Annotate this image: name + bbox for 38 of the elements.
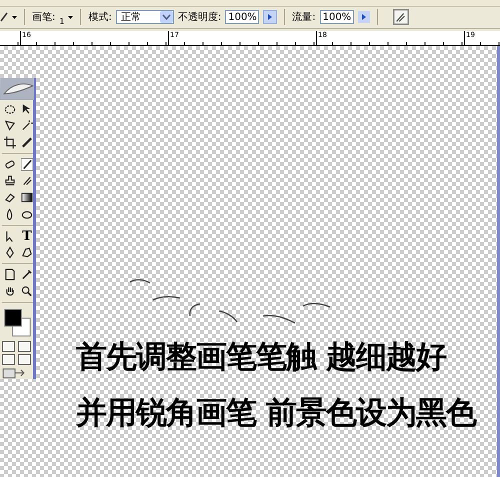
screen-mode-button[interactable] [18, 354, 31, 366]
history-brush-icon[interactable] [21, 174, 33, 188]
quick-mask-button[interactable] [18, 341, 31, 352]
search-icon[interactable] [21, 284, 33, 298]
slice-icon[interactable] [21, 136, 33, 149]
flow-label: 流量: [292, 10, 316, 24]
gradient-icon[interactable] [21, 191, 33, 204]
mode-label: 模式: [88, 10, 112, 24]
pen-icon[interactable] [4, 246, 16, 260]
opacity-field[interactable]: 100% [225, 10, 260, 24]
brush-icon[interactable] [21, 158, 33, 171]
hand-icon[interactable] [4, 284, 16, 298]
brush-label: 画笔: [32, 11, 56, 24]
text-tool-icon[interactable]: T [21, 230, 33, 243]
crop-icon[interactable] [4, 136, 16, 149]
lasso-icon[interactable] [4, 119, 16, 132]
standard-mode-button[interactable] [2, 341, 15, 352]
move-icon[interactable] [21, 102, 33, 116]
healing-icon[interactable] [4, 158, 16, 171]
flow-field[interactable]: 100% [320, 10, 354, 24]
caret-icon[interactable] [68, 16, 74, 18]
eraser-icon[interactable] [4, 191, 16, 204]
eyedropper-icon[interactable] [21, 268, 33, 282]
wand-icon[interactable] [21, 119, 33, 132]
airbrush-icon[interactable] [392, 9, 409, 25]
caption-text: 首先调整画笔笔触 越细越好 [76, 338, 448, 376]
shape-icon[interactable] [21, 246, 33, 260]
mode-dropdown[interactable]: 正常 [116, 10, 174, 24]
brush-size[interactable]: 1 [59, 17, 64, 26]
caret-icon[interactable] [12, 16, 17, 18]
notes-icon[interactable] [4, 268, 16, 282]
marquee-icon[interactable] [4, 102, 16, 116]
stamp-icon[interactable] [4, 174, 16, 188]
screen-mode-button[interactable] [2, 354, 15, 366]
opacity-label: 不透明度: [178, 10, 222, 24]
brush-tool-icon[interactable] [0, 12, 8, 22]
feather-logo-icon [0, 78, 34, 100]
caption-text: 并用锐角画笔 前景色设为黑色 [76, 394, 476, 432]
